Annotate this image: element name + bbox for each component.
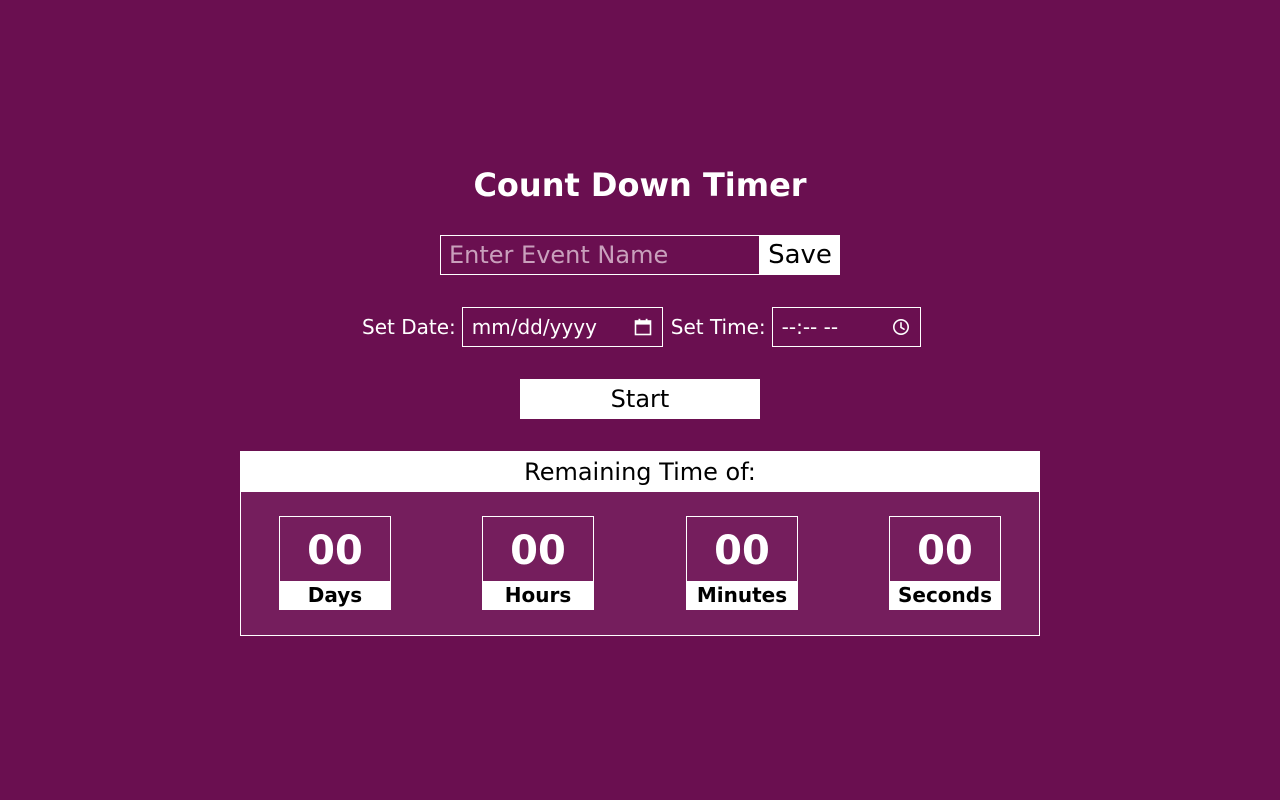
hours-label: Hours — [483, 581, 593, 609]
date-input[interactable]: mm/dd/yyyy — [461, 307, 663, 347]
days-value: 00 — [307, 528, 363, 574]
minutes-label: Minutes — [687, 581, 797, 609]
event-name-input[interactable] — [440, 235, 760, 275]
remaining-time-header: Remaining Time of: — [241, 452, 1039, 492]
date-time-row: Set Date: mm/dd/yyyy Set Time: --:-- -- — [362, 307, 921, 347]
page-title: Count Down Timer — [473, 166, 807, 204]
time-input-placeholder: --:-- -- — [781, 315, 839, 339]
minutes-unit: 00 Minutes — [686, 516, 798, 610]
set-time-label: Set Time: — [670, 315, 766, 339]
days-unit: 00 Days — [279, 516, 391, 610]
seconds-value: 00 — [917, 528, 973, 574]
time-input[interactable]: --:-- -- — [771, 307, 921, 347]
seconds-unit: 00 Seconds — [889, 516, 1001, 610]
calendar-icon[interactable] — [634, 318, 652, 336]
remaining-time-panel: Remaining Time of: 00 Days 00 Hours 00 M… — [240, 451, 1040, 636]
event-name-row: Save — [440, 235, 840, 275]
days-label: Days — [280, 581, 390, 609]
seconds-label: Seconds — [890, 581, 1000, 609]
clock-icon[interactable] — [892, 318, 910, 336]
start-button[interactable]: Start — [520, 379, 760, 419]
hours-value: 00 — [510, 528, 566, 574]
save-button[interactable]: Save — [760, 235, 840, 275]
minutes-value: 00 — [714, 528, 770, 574]
remaining-time-units: 00 Days 00 Hours 00 Minutes 00 Seconds — [241, 492, 1039, 635]
hours-unit: 00 Hours — [482, 516, 594, 610]
set-date-label: Set Date: — [362, 315, 456, 339]
date-input-placeholder: mm/dd/yyyy — [471, 315, 597, 339]
countdown-page: Count Down Timer Save Set Date: mm/dd/yy… — [0, 0, 1280, 800]
